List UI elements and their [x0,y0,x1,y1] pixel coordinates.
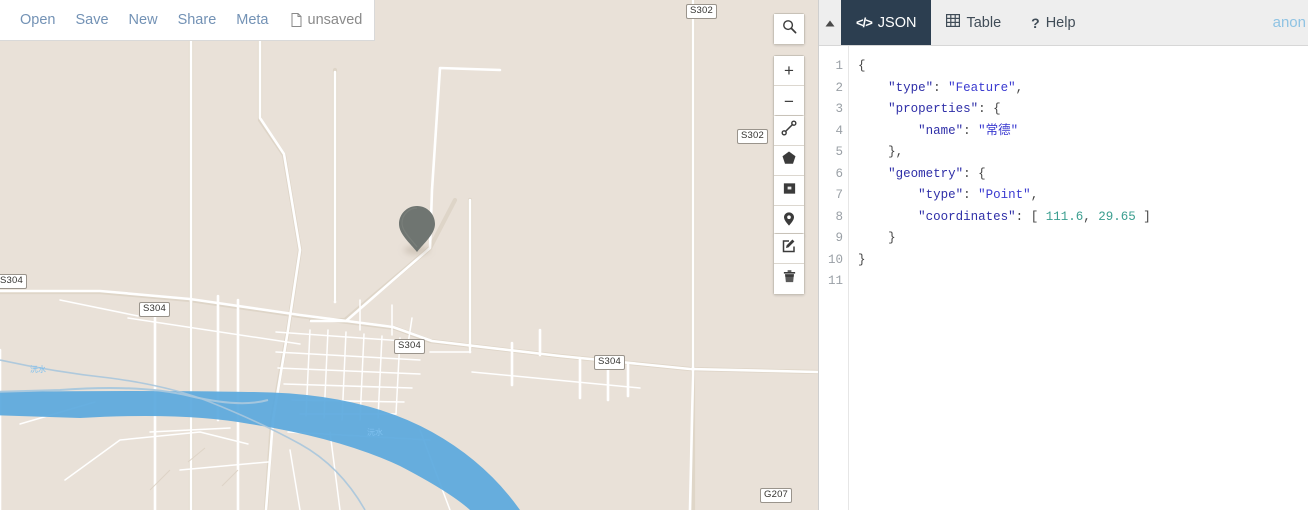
line-number: 7 [835,188,843,202]
draw-line-button[interactable] [774,116,804,146]
draw-polygon-button[interactable] [774,146,804,176]
editor-gutter: 1 2 3 4 5 6 7 8 9 10 11 [819,46,849,510]
line-number: 1 [835,59,843,73]
tab-help[interactable]: ? Help [1016,0,1090,45]
code-line: "properties": { [888,102,1001,116]
code-line: "type": "Point", [918,188,1039,202]
line-number: 8 [835,209,843,224]
line-number: 10 [827,252,843,267]
open-button[interactable]: Open [10,0,65,40]
map-edit-control [773,233,805,295]
line-number: 6 [835,166,843,181]
tab-json-label: JSON [877,14,917,31]
minus-icon: − [784,91,794,111]
save-button[interactable]: Save [65,0,118,40]
tab-help-label: Help [1045,14,1076,31]
code-line: "type": "Feature", [888,80,1024,95]
code-line: "name": "常德" [918,123,1019,138]
edit-button[interactable] [774,234,804,264]
road-shield: S304 [139,302,170,317]
map-zoom-control: + − [773,55,805,117]
code-line: { [858,59,866,73]
tab-json[interactable]: </> JSON [841,0,932,45]
meta-button[interactable]: Meta [226,0,278,40]
code-icon: </> [856,15,873,30]
question-icon: ? [1031,14,1040,31]
document-icon [291,13,302,27]
line-number: 4 [835,123,843,138]
line-number: 2 [835,80,843,95]
draw-marker-icon [781,211,797,232]
map-pane[interactable]: S302 S302 S304 S304 S304 S304 G207 沅水 沅水… [0,0,818,510]
road-shield: S302 [737,129,768,144]
plus-icon: + [784,61,794,80]
zoom-out-button[interactable]: − [774,86,804,116]
line-number: 11 [827,274,843,288]
line-number: 5 [835,145,843,159]
road-shield: G207 [760,488,793,503]
map-toolbar: Open Save New Share Meta unsaved [0,0,375,41]
draw-rectangle-button[interactable] [774,176,804,206]
file-status-label: unsaved [307,12,363,28]
share-button[interactable]: Share [168,0,227,40]
user-label: anon [1272,14,1306,31]
new-button[interactable]: New [119,0,168,40]
search-button[interactable] [774,14,804,44]
code-line: } [858,252,866,267]
road-shield: S304 [594,355,625,370]
search-icon [782,19,797,39]
line-number: 3 [835,102,843,116]
code-line: }, [888,145,904,159]
code-line: "coordinates": [ 111.6, 29.65 ] [918,209,1151,224]
draw-polygon-icon [781,150,797,171]
map-draw-control [773,115,805,237]
line-number: 9 [835,231,843,245]
side-pane: </> JSON Table ? Help anon 1 2 3 4 5 6 7… [818,0,1308,510]
editor-code-area[interactable]: { "type": "Feature", "properties": { "na… [849,46,1308,510]
json-editor[interactable]: 1 2 3 4 5 6 7 8 9 10 11 { "type": "Feature", "prop… [819,46,1308,510]
table-icon [946,14,961,31]
map-search-control [773,13,805,45]
geojson-editor-app: S302 S302 S304 S304 S304 S304 G207 沅水 沅水… [0,0,1308,510]
map-canvas[interactable] [0,0,818,510]
tab-table[interactable]: Table [931,0,1016,45]
user-account-link[interactable]: anon [1273,0,1308,45]
side-panel-header: </> JSON Table ? Help anon [819,0,1308,46]
road-shield: S304 [394,339,425,354]
collapse-panel-button[interactable] [819,0,841,45]
edit-square-pencil-icon [781,238,797,259]
draw-line-icon [781,120,797,141]
water-label: 沅水 [30,365,46,374]
code-line: } [888,231,896,245]
zoom-in-button[interactable]: + [774,56,804,86]
code-line: "geometry": { [888,166,986,181]
water-label: 沅水 [367,428,383,437]
trash-icon [782,269,797,289]
draw-rectangle-icon [782,181,797,201]
road-shield: S304 [0,274,27,289]
header-spacer [1091,0,1273,45]
file-status: unsaved [291,12,363,28]
delete-button[interactable] [774,264,804,294]
draw-point-button[interactable] [774,206,804,236]
road-shield: S302 [686,4,717,19]
tab-table-label: Table [966,14,1002,31]
caret-up-icon [825,14,835,32]
